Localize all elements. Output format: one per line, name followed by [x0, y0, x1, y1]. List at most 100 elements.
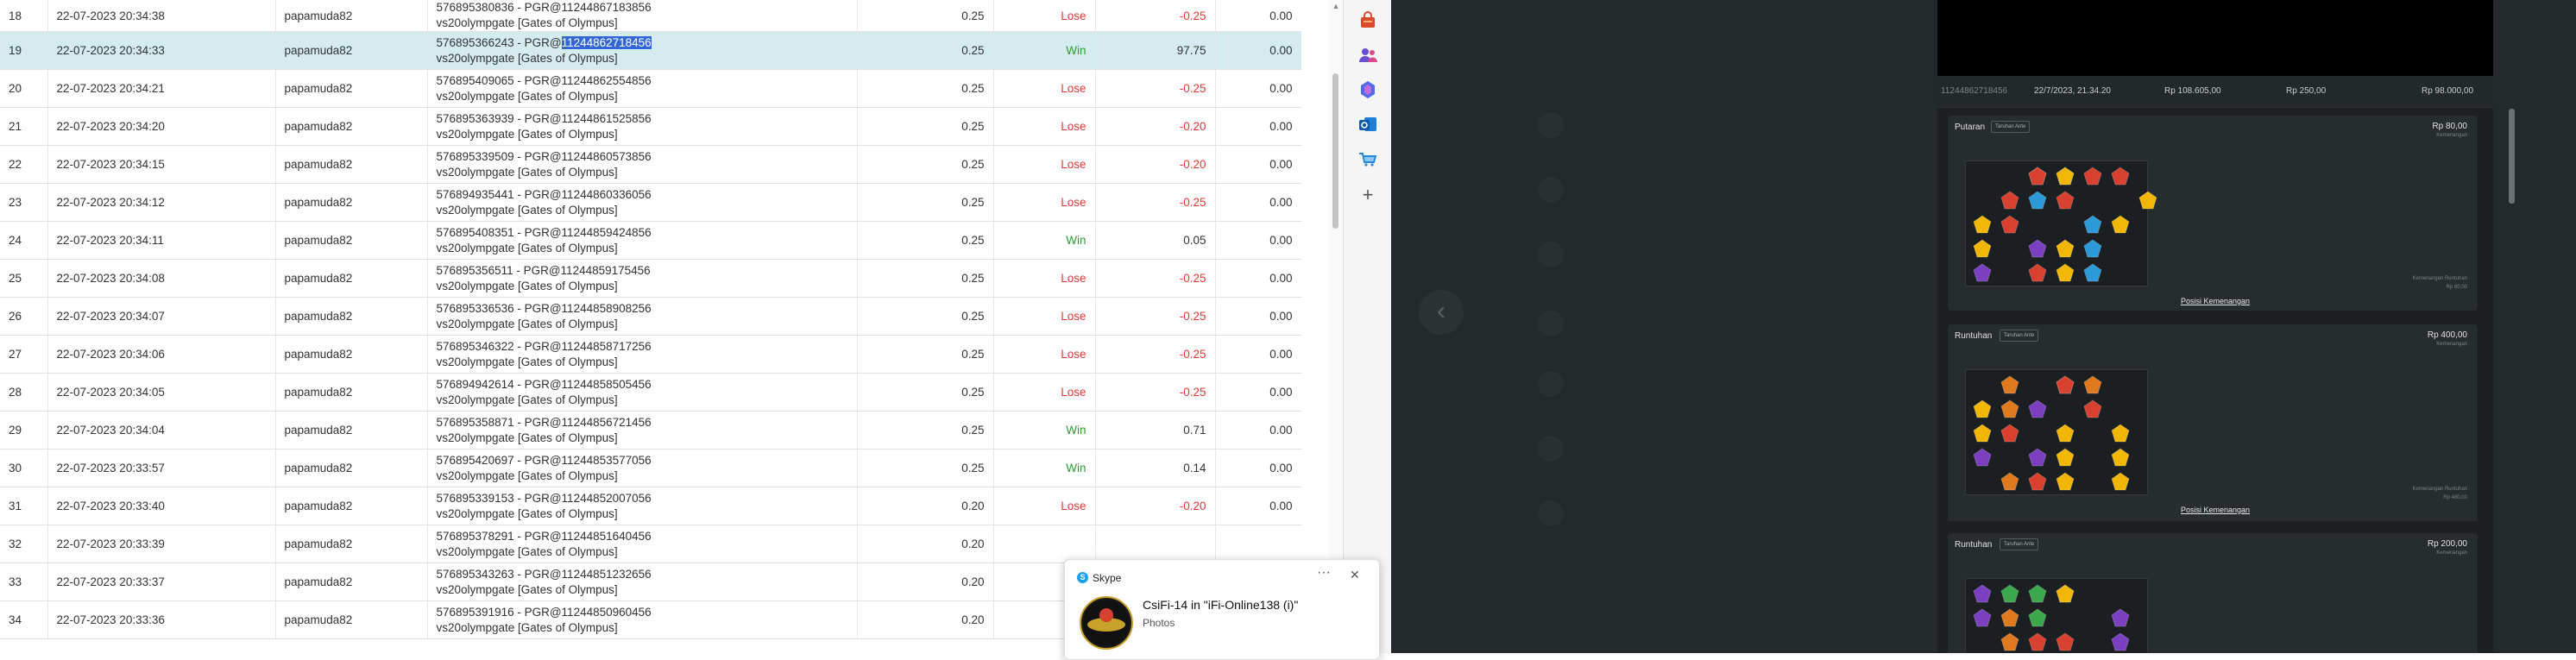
round-id[interactable]: 576895363939 - PGR@11244861525856: [437, 111, 848, 127]
round-id[interactable]: 576895378291 - PGR@11244851640456: [437, 529, 848, 544]
round-id[interactable]: 576895380836 - PGR@11244867183856: [437, 0, 848, 16]
gem-symbol-icon: [1973, 584, 1992, 603]
outlook-icon[interactable]: [1356, 112, 1380, 136]
round-cell[interactable]: 576895363939 - PGR@11244861525856 vs20oly…: [427, 107, 858, 146]
row-number: 26: [0, 297, 48, 336]
gem-symbol-icon: [2028, 239, 2047, 258]
round-cell[interactable]: 576895346322 - PGR@11244858717256 vs20oly…: [427, 335, 858, 374]
round-cell[interactable]: 576895356511 - PGR@11244859175456 vs20oly…: [427, 259, 858, 298]
gem-symbol-icon: [2056, 448, 2075, 467]
round-id[interactable]: 576895420697 - PGR@11244853577056: [437, 453, 848, 468]
bet-result: Win: [993, 31, 1096, 70]
gem-symbol-icon: [2083, 215, 2102, 234]
win-amount: 0.05: [1095, 221, 1216, 260]
round-id[interactable]: 576895408351 - PGR@11244859424856: [437, 225, 848, 241]
gem-symbol-icon: [2056, 167, 2075, 185]
round-cell[interactable]: 576895366243 - PGR@11244862718456 vs20oly…: [427, 31, 858, 70]
table-row[interactable]: 29 22-07-2023 20:34:04 papamuda82 576895358…: [0, 411, 1301, 449]
round-id[interactable]: 576895343263 - PGR@11244851232656: [437, 567, 848, 582]
table-row[interactable]: 20 22-07-2023 20:34:21 papamuda82 576895409…: [0, 69, 1301, 108]
gem-symbol-icon: [1973, 215, 1992, 234]
tumble-win-label: Kemenangan Runtuhan: [2412, 276, 2467, 281]
game-name: vs20olympgate [Gates of Olympus]: [436, 620, 618, 634]
round-id[interactable]: 576895409065 - PGR@11244862554856: [437, 73, 848, 89]
bet-datetime: 22-07-2023 20:34:06: [47, 335, 276, 374]
history-scrollbar-thumb[interactable]: [2509, 109, 2515, 204]
game-name: vs20olympgate [Gates of Olympus]: [436, 241, 618, 255]
table-row[interactable]: 28 22-07-2023 20:34:05 papamuda82 576894942…: [0, 373, 1301, 412]
table-row[interactable]: 24 22-07-2023 20:34:11 papamuda82 576895408…: [0, 221, 1301, 260]
round-cell[interactable]: 576895409065 - PGR@11244862554856 vs20oly…: [427, 69, 858, 108]
bet-datetime: 22-07-2023 20:34:05: [47, 373, 276, 412]
gem-symbol-icon: [1973, 263, 1992, 282]
gem-symbol-icon: [2083, 375, 2102, 394]
round-id[interactable]: 576895339153 - PGR@11244852007056: [437, 491, 848, 506]
shopping-bag-icon[interactable]: [1356, 9, 1380, 33]
table-row[interactable]: 23 22-07-2023 20:34:12 papamuda82 576894935…: [0, 183, 1301, 222]
winning-position-link[interactable]: Posisi Kemenangan: [2181, 297, 2250, 305]
bet-result: Lose: [993, 259, 1096, 298]
jackpot-amount: 0.00: [1215, 373, 1301, 412]
round-cell[interactable]: 576895391916 - PGR@11244850960456 vs20oly…: [427, 600, 858, 639]
round-win: Rp 98.000,00: [2422, 86, 2474, 96]
round-cell[interactable]: 576895339153 - PGR@11244852007056 vs20oly…: [427, 487, 858, 525]
gem-symbol-icon: [2138, 191, 2157, 210]
round-date: 22/7/2023, 21.34.20: [2034, 86, 2111, 96]
round-cell[interactable]: 576895343263 - PGR@11244851232656 vs20oly…: [427, 563, 858, 601]
username: papamuda82: [275, 563, 428, 601]
round-cell[interactable]: 576895358871 - PGR@11244856721456 vs20oly…: [427, 411, 858, 449]
scrollbar-thumb[interactable]: [1332, 73, 1338, 229]
round-cell[interactable]: 576894942614 - PGR@11244858505456 vs20oly…: [427, 373, 858, 412]
people-icon[interactable]: [1356, 43, 1380, 67]
round-cell[interactable]: 576895380836 - PGR@11244867183856 vs20oly…: [427, 0, 858, 32]
table-row[interactable]: 21 22-07-2023 20:34:20 papamuda82 576895363…: [0, 107, 1301, 146]
table-row[interactable]: 18 22-07-2023 20:34:38 papamuda82 576895380…: [0, 0, 1301, 32]
bet-result: Win: [993, 221, 1096, 260]
scroll-up-arrow-icon[interactable]: ▲: [1329, 2, 1343, 10]
round-cell[interactable]: 576895378291 - PGR@11244851640456 vs20oly…: [427, 525, 858, 563]
table-row[interactable]: 19 22-07-2023 20:34:33 papamuda82 576895366…: [0, 31, 1301, 70]
more-options-button[interactable]: ···: [1317, 565, 1331, 581]
tumble-card: Runtuhan Taruhan Ante Rp 400,00 Kemenang…: [1948, 324, 2478, 521]
round-id[interactable]: 576894935441 - PGR@11244860336056: [437, 187, 848, 203]
round-id[interactable]: 576895339509 - PGR@11244860573856: [437, 149, 848, 165]
table-row[interactable]: 27 22-07-2023 20:34:06 papamuda82 576895346…: [0, 335, 1301, 374]
table-row[interactable]: 30 22-07-2023 20:33:57 papamuda82 576895420…: [0, 449, 1301, 487]
round-cell[interactable]: 576895336536 - PGR@11244858908256 vs20oly…: [427, 297, 858, 336]
bet-amount: 0.25: [857, 373, 994, 412]
round-cell[interactable]: 576894935441 - PGR@11244860336056 vs20oly…: [427, 183, 858, 222]
round-id[interactable]: 576895358871 - PGR@11244856721456: [437, 415, 848, 431]
add-sidebar-app-button[interactable]: +: [1357, 185, 1378, 205]
copilot-icon[interactable]: [1356, 78, 1380, 102]
round-id[interactable]: 576894942614 - PGR@11244858505456: [437, 377, 848, 393]
round-id[interactable]: 576895336536 - PGR@11244858908256: [437, 301, 848, 317]
close-notification-button[interactable]: ✕: [1350, 568, 1360, 582]
group-avatar: [1080, 596, 1133, 650]
winning-position-link[interactable]: Posisi Kemenangan: [2181, 506, 2250, 514]
round-id[interactable]: 576895391916 - PGR@11244850960456: [437, 605, 848, 620]
win-amount: 0.71: [1095, 411, 1216, 449]
row-number: 31: [0, 487, 48, 525]
shopping-cart-icon[interactable]: [1356, 147, 1380, 171]
table-row[interactable]: 25 22-07-2023 20:34:08 papamuda82 576895356…: [0, 259, 1301, 298]
skype-notification[interactable]: S Skype ··· ✕ CsiFi-14 in "iFi-Online138…: [1064, 559, 1380, 660]
selected-text[interactable]: 11244862718456: [561, 35, 652, 49]
faded-menu-icon: [1538, 436, 1564, 462]
round-id[interactable]: 576895366243 - PGR@11244862718456: [437, 35, 848, 51]
username: papamuda82: [275, 297, 428, 336]
win-amount: -0.20: [1095, 107, 1216, 146]
table-scrollbar[interactable]: ▲ ▼: [1329, 0, 1343, 653]
table-row[interactable]: 32 22-07-2023 20:33:39 papamuda82 576895378…: [0, 525, 1301, 563]
gem-symbol-icon: [2111, 215, 2130, 234]
gem-symbol-icon: [2111, 424, 2130, 443]
back-arrow-button[interactable]: ‹: [1419, 290, 1464, 335]
bet-amount: 0.25: [857, 411, 994, 449]
table-row[interactable]: 31 22-07-2023 20:33:40 papamuda82 576895339…: [0, 487, 1301, 525]
table-row[interactable]: 26 22-07-2023 20:34:07 papamuda82 576895336…: [0, 297, 1301, 336]
table-row[interactable]: 22 22-07-2023 20:34:15 papamuda82 576895339…: [0, 145, 1301, 184]
round-cell[interactable]: 576895339509 - PGR@11244860573856 vs20oly…: [427, 145, 858, 184]
round-id[interactable]: 576895356511 - PGR@11244859175456: [437, 263, 848, 279]
round-cell[interactable]: 576895408351 - PGR@11244859424856 vs20oly…: [427, 221, 858, 260]
round-cell[interactable]: 576895420697 - PGR@11244853577056 vs20oly…: [427, 449, 858, 487]
round-id[interactable]: 576895346322 - PGR@11244858717256: [437, 339, 848, 355]
